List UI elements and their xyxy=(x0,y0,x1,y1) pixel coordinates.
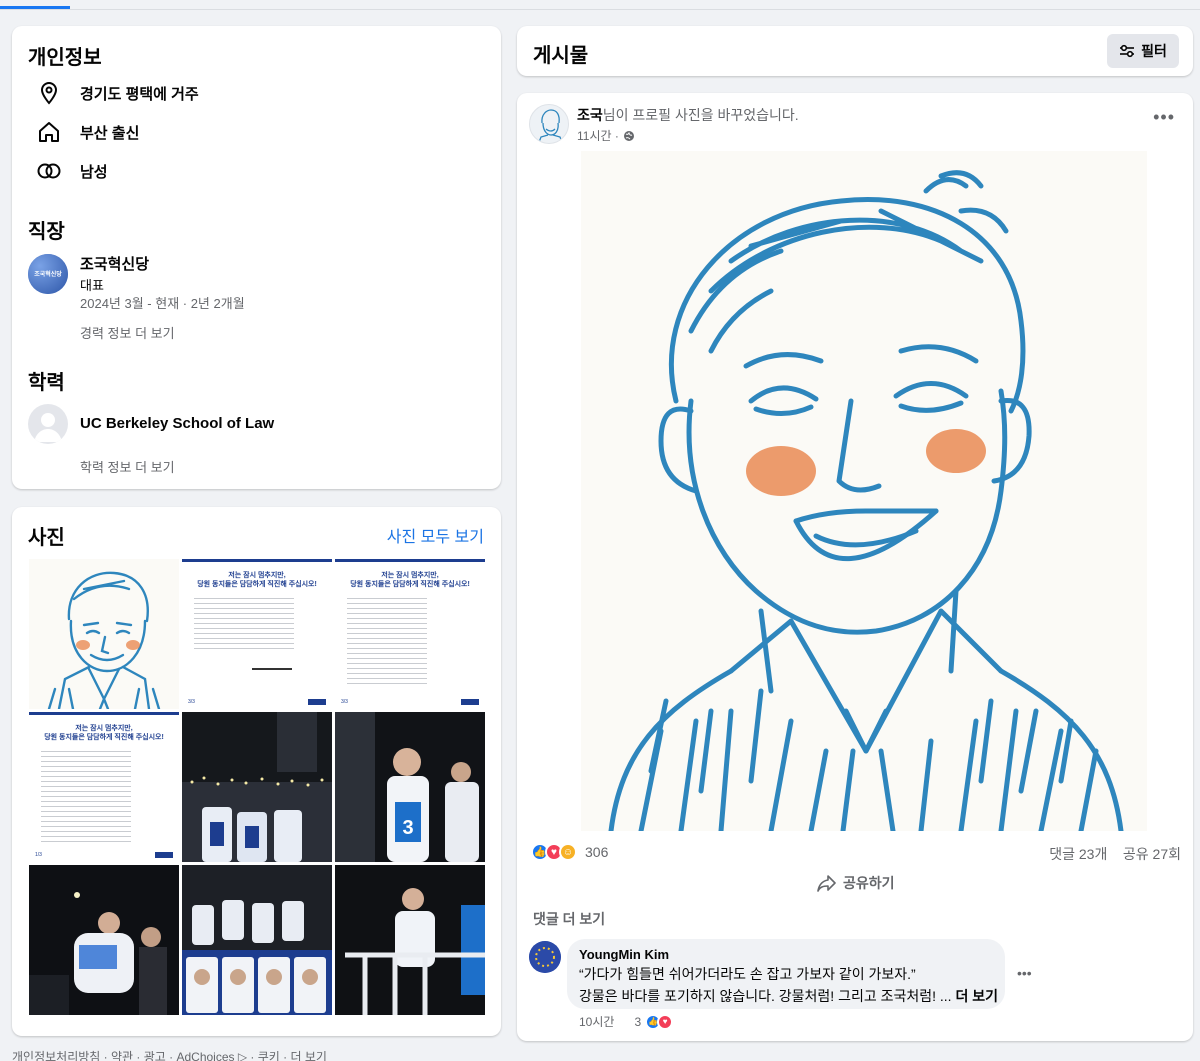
share-button[interactable]: 공유하기 xyxy=(817,873,895,893)
comment-line-2: 강물은 바다를 포기하지 않습니다. 강물처럼! 그리고 조국처럼! ... 더… xyxy=(579,986,998,1006)
hug-image xyxy=(29,865,179,1015)
share-arrow-icon xyxy=(817,875,836,892)
engagement-counts: 댓글 23개 공유 27회 xyxy=(1049,844,1181,864)
comment-time[interactable]: 10시간 xyxy=(579,1013,614,1030)
posts-header-card: 게시물 필터 xyxy=(517,26,1193,76)
post-card: 조국님이 프로필 사진을 바꾸었습니다. 11시간 · ••• 👍 ♥ ☺ 30… xyxy=(517,93,1193,1041)
svg-text:3: 3 xyxy=(402,817,413,839)
night-rally-image xyxy=(182,712,332,862)
work-role: 대표 xyxy=(80,278,104,293)
globe-icon xyxy=(623,130,634,141)
comment-count[interactable]: 댓글 23개 xyxy=(1049,846,1107,862)
photos-title: 사진 xyxy=(28,527,65,549)
education-section-title: 학력 xyxy=(28,372,65,394)
letter-page-3: 1/3 xyxy=(35,852,42,858)
photo-stage-thumb[interactable] xyxy=(335,865,485,1015)
photos-card: 사진 사진 모두 보기 저는 잠시 멈추지만, 당원 동지들은 담담하게 직진해… xyxy=(12,507,501,1036)
gender-text: 남성 xyxy=(80,163,108,181)
work-period: 2024년 3월 - 현재 · 2년 2개월 xyxy=(80,296,245,311)
photo-crowd-posters-thumb[interactable] xyxy=(182,865,332,1015)
post-time-text[interactable]: 11시간 · xyxy=(577,127,619,144)
intro-title: 개인정보 xyxy=(28,47,102,69)
share-count[interactable]: 공유 27회 xyxy=(1123,846,1181,862)
letter-body-lines xyxy=(194,594,294,652)
letter-body-lines xyxy=(41,747,131,842)
work-logo-text: 조국혁신당 xyxy=(34,272,62,278)
top-tab-bar xyxy=(0,0,1200,10)
photo-letter-thumb-3[interactable]: 저는 잠시 멈추지만, 당원 동지들은 담담하게 직진해 주십시오! 1/3 xyxy=(29,712,179,862)
work-org-name[interactable]: 조국혁신당 xyxy=(80,253,149,274)
home-icon xyxy=(36,119,62,145)
work-more-link[interactable]: 경력 정보 더 보기 xyxy=(80,323,175,342)
post-author-line: 조국님이 프로필 사진을 바꾸었습니다. xyxy=(577,105,799,125)
gender-row: 남성 xyxy=(36,158,108,184)
education-more-link[interactable]: 학력 정보 더 보기 xyxy=(80,457,175,476)
location-pin-icon xyxy=(36,80,62,106)
from-row: 부산 출신 xyxy=(36,119,139,145)
work-logo-avatar[interactable]: 조국혁신당 xyxy=(28,254,68,294)
share-label: 공유하기 xyxy=(843,875,895,891)
lives-in-row: 경기도 평택에 거주 xyxy=(36,80,199,106)
see-all-photos-link[interactable]: 사진 모두 보기 xyxy=(387,523,484,547)
crowd-posters-image xyxy=(182,865,332,1015)
posts-title: 게시물 xyxy=(533,45,589,67)
author-sketch-avatar xyxy=(538,109,563,143)
letter-subheading-2: 당원 동지들은 담담하게 직진해 주십시오! xyxy=(350,581,470,588)
comment-options-icon[interactable]: ••• xyxy=(1017,965,1032,981)
letter-subheading-1: 당원 동지들은 담담하게 직진해 주십시오! xyxy=(197,581,317,588)
care-reaction-icon: ☺ xyxy=(559,843,577,861)
letter-page-2: 3/3 xyxy=(341,699,348,705)
sketch-portrait-image xyxy=(47,571,161,709)
post-sketch-image[interactable] xyxy=(581,151,1147,831)
reaction-count: 306 xyxy=(585,844,609,860)
intro-card: 개인정보 경기도 평택에 거주 부산 출신 남성 직장 조국혁신당 조국혁신당 … xyxy=(12,26,501,489)
photo-hug-thumb[interactable] xyxy=(29,865,179,1015)
party-tag-2 xyxy=(461,699,479,705)
footer-links[interactable]: 개인정보처리방침 · 약관 · 광고 · AdChoices ▷ · 쿠키 · … xyxy=(12,1048,327,1061)
commenter-avatar[interactable] xyxy=(529,941,561,973)
see-more-comments-link[interactable]: 댓글 더 보기 xyxy=(533,909,605,929)
letter-body-lines xyxy=(347,594,427,684)
post-action-text: 님이 프로필 사진을 바꾸었습니다. xyxy=(602,107,799,123)
signature-mark xyxy=(252,658,292,670)
comment-react-count: 3 xyxy=(634,1014,642,1029)
default-school-icon xyxy=(34,413,62,442)
gender-icon xyxy=(36,158,62,184)
party-tag-3 xyxy=(155,852,173,858)
sketch-portrait-drawing xyxy=(608,170,1124,831)
photo-leader-thumb[interactable]: 3 xyxy=(335,712,485,862)
from-text: 부산 출신 xyxy=(80,124,140,142)
stage-image xyxy=(335,865,485,1015)
comment-bubble: YoungMin Kim “가다가 힘들면 쉬어가더라도 손 잡고 가보자 같이… xyxy=(567,939,1005,1009)
comment-meta: 10시간 3 👍 ♥ xyxy=(579,1013,674,1030)
post-author-avatar[interactable] xyxy=(529,104,569,144)
filter-label: 필터 xyxy=(1141,43,1167,59)
commenter-avatar-image xyxy=(529,941,561,973)
active-tab-indicator xyxy=(0,6,70,9)
work-section-title: 직장 xyxy=(28,221,65,243)
photo-letter-thumb-1[interactable]: 저는 잠시 멈추지만, 당원 동지들은 담담하게 직진해 주십시오! 3/3 xyxy=(182,559,332,709)
photo-sketch-thumb[interactable] xyxy=(29,559,179,709)
reaction-summary[interactable]: 👍 ♥ ☺ 306 xyxy=(531,843,608,861)
comment-see-more-link[interactable]: 더 보기 xyxy=(955,988,998,1004)
filter-button[interactable]: 필터 xyxy=(1107,34,1179,68)
school-name[interactable]: UC Berkeley School of Law xyxy=(80,415,274,432)
comment-love-icon: ♥ xyxy=(657,1013,674,1030)
letter-page-1: 3/3 xyxy=(188,699,195,705)
photo-night-rally-thumb[interactable] xyxy=(182,712,332,862)
post-author-name[interactable]: 조국 xyxy=(577,107,603,123)
post-options-icon[interactable]: ••• xyxy=(1153,107,1175,128)
filter-sliders-icon xyxy=(1120,44,1135,58)
commenter-name[interactable]: YoungMin Kim xyxy=(579,947,993,962)
leader-greeting-image: 3 xyxy=(335,712,485,862)
letter-subheading-3: 당원 동지들은 담담하게 직진해 주십시오! xyxy=(44,734,164,741)
lives-in-text: 경기도 평택에 거주 xyxy=(80,85,199,103)
party-tag-1 xyxy=(308,699,326,705)
comment-line-2-text: 강물은 바다를 포기하지 않습니다. 강물처럼! 그리고 조국처럼! ... xyxy=(579,988,952,1004)
photo-letter-thumb-2[interactable]: 저는 잠시 멈추지만, 당원 동지들은 담담하게 직진해 주십시오! 3/3 xyxy=(335,559,485,709)
post-timestamp: 11시간 · xyxy=(577,127,635,144)
comment-line-1: “가다가 힘들면 쉬어가더라도 손 잡고 가보자 같이 가보자.” xyxy=(579,966,916,982)
school-avatar[interactable] xyxy=(28,404,68,444)
